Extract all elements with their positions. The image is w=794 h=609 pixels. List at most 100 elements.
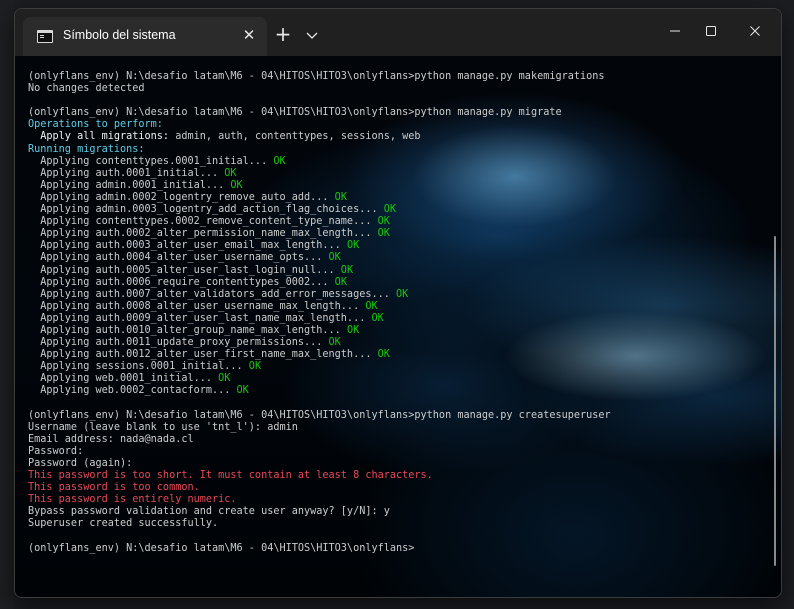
terminal-text: Applying admin.0002_logentry_remove_auto… xyxy=(28,191,329,203)
terminal-line: Applying auth.0007_alter_validators_add_… xyxy=(28,289,761,301)
terminal-text: Applying auth.0001_initial... xyxy=(28,167,219,179)
terminal-line: Applying auth.0004_alter_user_username_o… xyxy=(28,252,761,264)
terminal-line: Email address: nada@nada.cl xyxy=(28,434,761,446)
terminal-text: OK xyxy=(328,191,347,203)
terminal-line: Applying auth.0003_alter_user_email_max_… xyxy=(28,240,761,252)
terminal-line: Applying sessions.0001_initial... OK xyxy=(28,361,761,373)
terminal-text: Applying admin.0003_logentry_add_action_… xyxy=(28,204,378,216)
maximize-icon xyxy=(706,26,716,36)
terminal-line: Applying auth.0005_alter_user_last_login… xyxy=(28,265,761,277)
terminal-line: Apply all migrations: admin, auth, conte… xyxy=(28,131,761,143)
terminal-line: (onlyflans_env) N:\desafio latam\M6 - 04… xyxy=(28,71,761,83)
terminal-text: OK xyxy=(218,167,237,179)
terminal-text: This password is too common. xyxy=(28,482,200,494)
terminal-text: Applying admin.0001_initial... xyxy=(28,179,225,191)
terminal-line: Password: xyxy=(28,446,761,458)
terminal-text: OK xyxy=(212,373,231,385)
terminal-text: This password is entirely numeric. xyxy=(28,494,237,506)
terminal-text: (onlyflans_env) N:\desafio latam\M6 - 04… xyxy=(28,71,605,82)
terminal-line: Username (leave blank to use 'tnt_l'): a… xyxy=(28,422,761,434)
terminal-text: OK xyxy=(377,204,397,216)
terminal-text: OK xyxy=(267,155,286,167)
terminal-text: Running migrations: xyxy=(28,143,145,155)
terminal-text: OK xyxy=(224,179,243,191)
terminal-text: OK xyxy=(242,361,262,373)
terminal-text: No changes detected xyxy=(28,83,145,95)
terminal-text: (onlyflans_env) N:\desafio latam\M6 - 04… xyxy=(28,542,415,554)
close-icon xyxy=(750,26,760,36)
minimize-button[interactable] xyxy=(655,19,695,43)
terminal-text: Applying auth.0005_alter_user_last_login… xyxy=(28,264,335,276)
terminal-text: OK xyxy=(389,288,409,300)
scrollbar[interactable] xyxy=(774,236,776,566)
terminal-text: OK xyxy=(371,349,390,361)
terminal-text: Superuser created successfully. xyxy=(28,518,219,530)
terminal-line: Applying web.0002_contacform... OK xyxy=(28,385,761,397)
terminal-line: Running migrations: xyxy=(28,144,761,156)
terminal-text: Password: xyxy=(28,445,84,457)
terminal-line: Superuser created successfully. xyxy=(28,518,761,530)
terminal-line: Applying auth.0008_alter_user_username_m… xyxy=(28,301,761,313)
terminal-line: No changes detected xyxy=(28,83,761,95)
close-button[interactable] xyxy=(735,19,775,43)
background-app-edge xyxy=(0,0,14,609)
terminal-text: Applying sessions.0001_initial... xyxy=(28,361,243,373)
terminal-line: Applying auth.0002_alter_permission_name… xyxy=(28,228,761,240)
terminal-text: Username (leave blank to use 'tnt_l'): a… xyxy=(28,421,298,433)
terminal-text: Applying auth.0010_alter_group_name_max_… xyxy=(28,324,341,336)
terminal-line: Applying auth.0011_update_proxy_permissi… xyxy=(28,337,761,349)
tab-dropdown-button[interactable] xyxy=(301,24,323,46)
terminal-text: Applying auth.0011_update_proxy_permissi… xyxy=(28,337,323,349)
terminal-text: OK xyxy=(371,216,390,228)
terminal-line: Applying auth.0012_alter_user_first_name… xyxy=(28,349,761,361)
terminal-text: Applying auth.0008_alter_user_username_m… xyxy=(28,300,360,312)
terminal-output: (onlyflans_env) N:\desafio latam\M6 - 04… xyxy=(28,71,761,555)
terminal-line: Applying contenttypes.0002_remove_conten… xyxy=(28,216,761,228)
terminal-text: OK xyxy=(359,300,378,312)
terminal-text: Applying web.0001_initial... xyxy=(28,373,213,385)
terminal-text: OK xyxy=(365,312,384,324)
terminal-text: Applying auth.0002_alter_permission_name… xyxy=(28,228,372,240)
terminal-line: Applying admin.0002_logentry_remove_auto… xyxy=(28,192,761,204)
terminal-text: OK xyxy=(322,337,341,349)
terminal-line: Applying auth.0010_alter_group_name_max_… xyxy=(28,325,761,337)
terminal-line: Bypass password validation and create us… xyxy=(28,506,761,518)
terminal-text: OK xyxy=(340,240,360,252)
terminal-line: This password is entirely numeric. xyxy=(28,494,761,506)
terminal-line: This password is too common. xyxy=(28,482,761,494)
terminal-text: Applying auth.0007_alter_validators_add_… xyxy=(28,288,390,300)
terminal-text: (onlyflans_env) N:\desafio latam\M6 - 04… xyxy=(28,409,611,421)
terminal-text: OK xyxy=(371,228,390,240)
terminal-text: Operations to perform: xyxy=(28,119,163,131)
maximize-button[interactable] xyxy=(691,19,731,43)
terminal-text: (onlyflans_env) N:\desafio latam\M6 - 04… xyxy=(28,107,562,119)
terminal-line: (onlyflans_env) N:\desafio latam\M6 - 04… xyxy=(28,410,761,422)
terminal-line: Applying admin.0003_logentry_add_action_… xyxy=(28,204,761,216)
terminal-line: Applying admin.0001_initial... OK xyxy=(28,180,761,192)
terminal-text: Email address: nada@nada.cl xyxy=(28,433,194,445)
terminal-line: (onlyflans_env) N:\desafio latam\M6 - 04… xyxy=(28,107,761,119)
terminal-text: Applying auth.0009_alter_user_last_name_… xyxy=(28,312,366,324)
terminal-text: OK xyxy=(230,385,249,397)
terminal-text: Applying auth.0004_alter_user_username_o… xyxy=(28,252,323,264)
tab-simbolo-del-sistema[interactable]: Símbolo del sistema ✕ xyxy=(23,17,267,56)
chevron-down-icon xyxy=(306,32,318,39)
new-tab-button[interactable]: + xyxy=(272,23,294,45)
terminal-content[interactable]: (onlyflans_env) N:\desafio latam\M6 - 04… xyxy=(15,56,781,597)
terminal-text: Applying web.0002_contacform... xyxy=(28,385,231,397)
terminal-text: OK xyxy=(340,324,360,336)
terminal-text: OK xyxy=(334,264,354,276)
terminal-line: This password is too short. It must cont… xyxy=(28,470,761,482)
terminal-line: Applying auth.0009_alter_user_last_name_… xyxy=(28,313,761,325)
terminal-text: Bypass password validation and create us… xyxy=(28,506,390,518)
terminal-text: Applying contenttypes.0002_remove_conten… xyxy=(28,216,372,228)
minimize-icon xyxy=(670,30,680,32)
terminal-text: This password is too short. It must cont… xyxy=(28,470,433,482)
terminal-line: Password (again): xyxy=(28,458,761,470)
terminal-text: Password (again): xyxy=(28,458,133,469)
terminal-line: Applying auth.0006_require_contenttypes_… xyxy=(28,277,761,289)
tab-close-button[interactable]: ✕ xyxy=(239,25,259,45)
